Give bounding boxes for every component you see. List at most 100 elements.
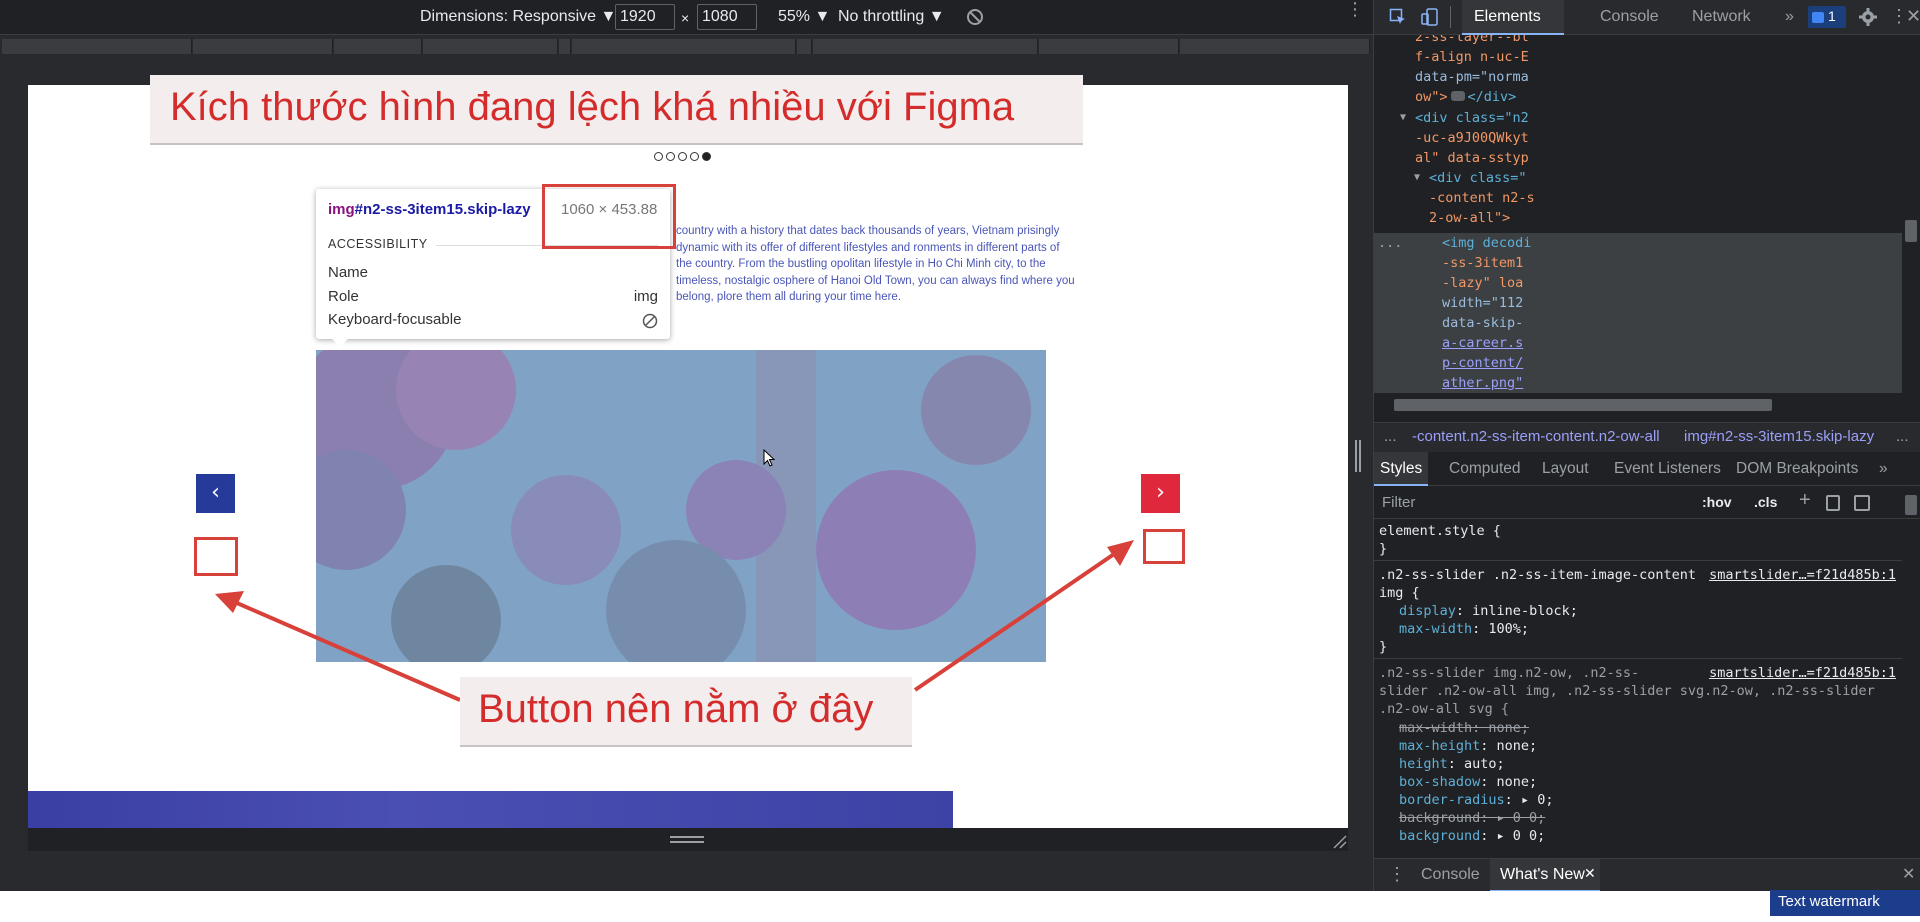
style-prop[interactable]: border-radius: ▸ 0;	[1399, 791, 1553, 809]
drawer-menu-icon[interactable]: ⋮	[1388, 864, 1406, 885]
height-input[interactable]: 1080	[697, 4, 757, 30]
slider-dot[interactable]	[654, 152, 663, 161]
issues-badge[interactable]: 1	[1808, 6, 1846, 28]
close-devtools-icon[interactable]: ✕	[1906, 6, 1920, 28]
close-tab-icon[interactable]: ✕	[1584, 865, 1596, 882]
styles-filter-bar: Filter :hov .cls +	[1374, 487, 1920, 519]
new-rule-icon[interactable]: +	[1799, 489, 1811, 512]
throttling-dropdown[interactable]: No throttling ▼	[838, 8, 945, 26]
tree-line[interactable]: 2-ow-all">	[1429, 208, 1510, 229]
tree-line[interactable]: 2-ss-layer--bl	[1415, 35, 1529, 48]
not-focusable-icon	[642, 313, 658, 329]
more-tabs-icon[interactable]: »	[1785, 8, 1794, 26]
viewport-resize-bar[interactable]	[28, 828, 1348, 851]
expand-arrow-icon[interactable]: ▼	[1414, 168, 1420, 189]
styles-pane[interactable]: element.style { } .n2-ss-slider .n2-ss-i…	[1374, 520, 1902, 856]
rule-selector[interactable]: .n2-ow-all svg {	[1379, 700, 1509, 718]
slider-dot[interactable]	[690, 152, 699, 161]
tab-elements[interactable]: Elements	[1474, 8, 1541, 26]
rule-selector[interactable]: .n2-ss-slider .n2-ss-item-image-content …	[1379, 566, 1699, 602]
slider-next-button[interactable]: ›	[1141, 474, 1180, 513]
subtab-dom-breakpoints[interactable]: DOM Breakpoints	[1736, 460, 1858, 478]
rule-source-link[interactable]: smartslider…=f21d485b:1	[1709, 664, 1896, 682]
tree-line[interactable]: -content n2-s	[1429, 188, 1535, 209]
breadcrumb-ellipsis[interactable]: ...	[1896, 428, 1909, 445]
tree-line[interactable]: data-skip-	[1442, 313, 1523, 334]
breadcrumb-item[interactable]: -content.n2-ss-item-content.n2-ow-all	[1412, 428, 1660, 445]
breadcrumb: ... -content.n2-ss-item-content.n2-ow-al…	[1374, 422, 1920, 452]
tree-ellipsis[interactable]: ...	[1378, 233, 1402, 254]
hov-toggle[interactable]: :hov	[1702, 494, 1732, 510]
tab-network[interactable]: Network	[1692, 8, 1751, 26]
close-drawer-icon[interactable]: ✕	[1902, 864, 1915, 884]
toggle-sidebar-icon[interactable]	[1854, 495, 1870, 511]
style-prop[interactable]: display: inline-block;	[1399, 602, 1578, 620]
dimensions-dropdown[interactable]: Dimensions: Responsive ▼	[420, 8, 616, 26]
tree-link[interactable]: p-content/	[1442, 353, 1523, 374]
media-query-ruler[interactable]	[0, 36, 1373, 58]
style-prop-overridden[interactable]: background: ▸ 0 0;	[1399, 809, 1545, 827]
tree-line[interactable]: -uc-a9J00QWkyt	[1415, 128, 1529, 149]
subtab-layout[interactable]: Layout	[1542, 460, 1589, 478]
width-input[interactable]: 1920	[615, 4, 675, 30]
tree-line[interactable]: <div class="	[1429, 168, 1527, 189]
tree-hscrollbar[interactable]	[1394, 399, 1772, 411]
breadcrumb-ellipsis[interactable]: ...	[1384, 428, 1397, 445]
style-prop-overridden[interactable]: max-width: none;	[1399, 719, 1529, 737]
expand-arrow-icon[interactable]: ▼	[1400, 108, 1406, 129]
tree-line[interactable]: al" data-sstyp	[1415, 148, 1529, 169]
style-prop[interactable]: max-width: 100%;	[1399, 620, 1529, 638]
slider-dot-active[interactable]	[702, 152, 711, 161]
subtab-styles[interactable]: Styles	[1380, 460, 1422, 478]
settings-icon[interactable]	[1858, 7, 1878, 27]
style-prop[interactable]: max-height: none;	[1399, 737, 1537, 755]
tree-line[interactable]: ow"> </div>	[1415, 87, 1516, 108]
tree-line[interactable]: <div class="n2	[1415, 108, 1529, 129]
slider-prev-button[interactable]: ‹	[196, 474, 235, 513]
breadcrumb-item-selected[interactable]: img#n2-ss-3item15.skip-lazy	[1684, 428, 1874, 445]
zoom-dropdown[interactable]: 55% ▼	[778, 8, 830, 26]
filter-input[interactable]: Filter	[1382, 494, 1415, 511]
style-prop[interactable]: background: ▸ 0 0;	[1399, 827, 1545, 845]
tree-line[interactable]: -lazy" loa	[1442, 273, 1523, 294]
tree-line[interactable]: width="112	[1442, 293, 1523, 314]
times-sign: ×	[681, 10, 690, 26]
tree-line[interactable]: -ss-3item1	[1442, 253, 1523, 274]
drawer-tab-whats-new[interactable]: What's New	[1500, 866, 1585, 884]
slider-dot[interactable]	[666, 152, 675, 161]
tree-scrollbar[interactable]	[1905, 220, 1917, 242]
tab-console[interactable]: Console	[1600, 8, 1659, 26]
inspect-element-icon[interactable]	[1389, 8, 1407, 26]
styles-scrollbar[interactable]	[1905, 495, 1917, 515]
tooltip-selector: img#n2-ss-3item15.skip-lazy	[328, 201, 531, 218]
style-prop[interactable]: height: auto;	[1399, 755, 1505, 773]
resize-handle-icon[interactable]	[670, 836, 704, 843]
tree-link[interactable]: a-career.s	[1442, 333, 1523, 354]
tree-line[interactable]: <img decodi	[1442, 233, 1531, 254]
rule-selector[interactable]: slider .n2-ow-all img, .n2-ss-slider svg…	[1379, 682, 1875, 700]
style-prop[interactable]: box-shadow: none;	[1399, 773, 1537, 791]
tree-link[interactable]: ather.png"	[1442, 373, 1523, 394]
rotate-icon[interactable]	[966, 8, 984, 26]
device-toolbar: Dimensions: Responsive ▼ 1920 × 1080 55%…	[0, 0, 1373, 35]
corner-resize-icon[interactable]	[1332, 834, 1348, 850]
device-toggle-icon[interactable]	[1420, 7, 1440, 27]
subtab-event-listeners[interactable]: Event Listeners	[1614, 460, 1721, 478]
drawer-tabbar: ⋮ Console What's New ✕ ✕	[1374, 858, 1920, 892]
tree-line[interactable]: data-pm="norma	[1415, 67, 1529, 88]
rule-selector[interactable]: .n2-ss-slider img.n2-ow, .n2-ss-	[1379, 664, 1639, 682]
elements-tree[interactable]: 2-ss-layer--bl f-align n-uc-E data-pm="n…	[1374, 35, 1920, 420]
tree-line[interactable]: f-align n-uc-E	[1415, 47, 1529, 68]
element-style-rule[interactable]: element.style {	[1379, 522, 1501, 540]
slide-image[interactable]	[316, 350, 1046, 662]
more-options-icon[interactable]: ⋮	[1346, 1, 1364, 28]
customize-icon[interactable]: ⋮	[1890, 6, 1908, 28]
drawer-tab-console[interactable]: Console	[1421, 866, 1480, 884]
cls-toggle[interactable]: .cls	[1754, 494, 1777, 510]
pane-splitter[interactable]	[1355, 440, 1361, 472]
more-subtabs-icon[interactable]: »	[1879, 460, 1888, 478]
subtab-computed[interactable]: Computed	[1449, 460, 1521, 478]
rule-source-link[interactable]: smartslider…=f21d485b:1	[1709, 566, 1896, 584]
paint-brush-icon[interactable]	[1826, 495, 1840, 511]
slider-dot[interactable]	[678, 152, 687, 161]
